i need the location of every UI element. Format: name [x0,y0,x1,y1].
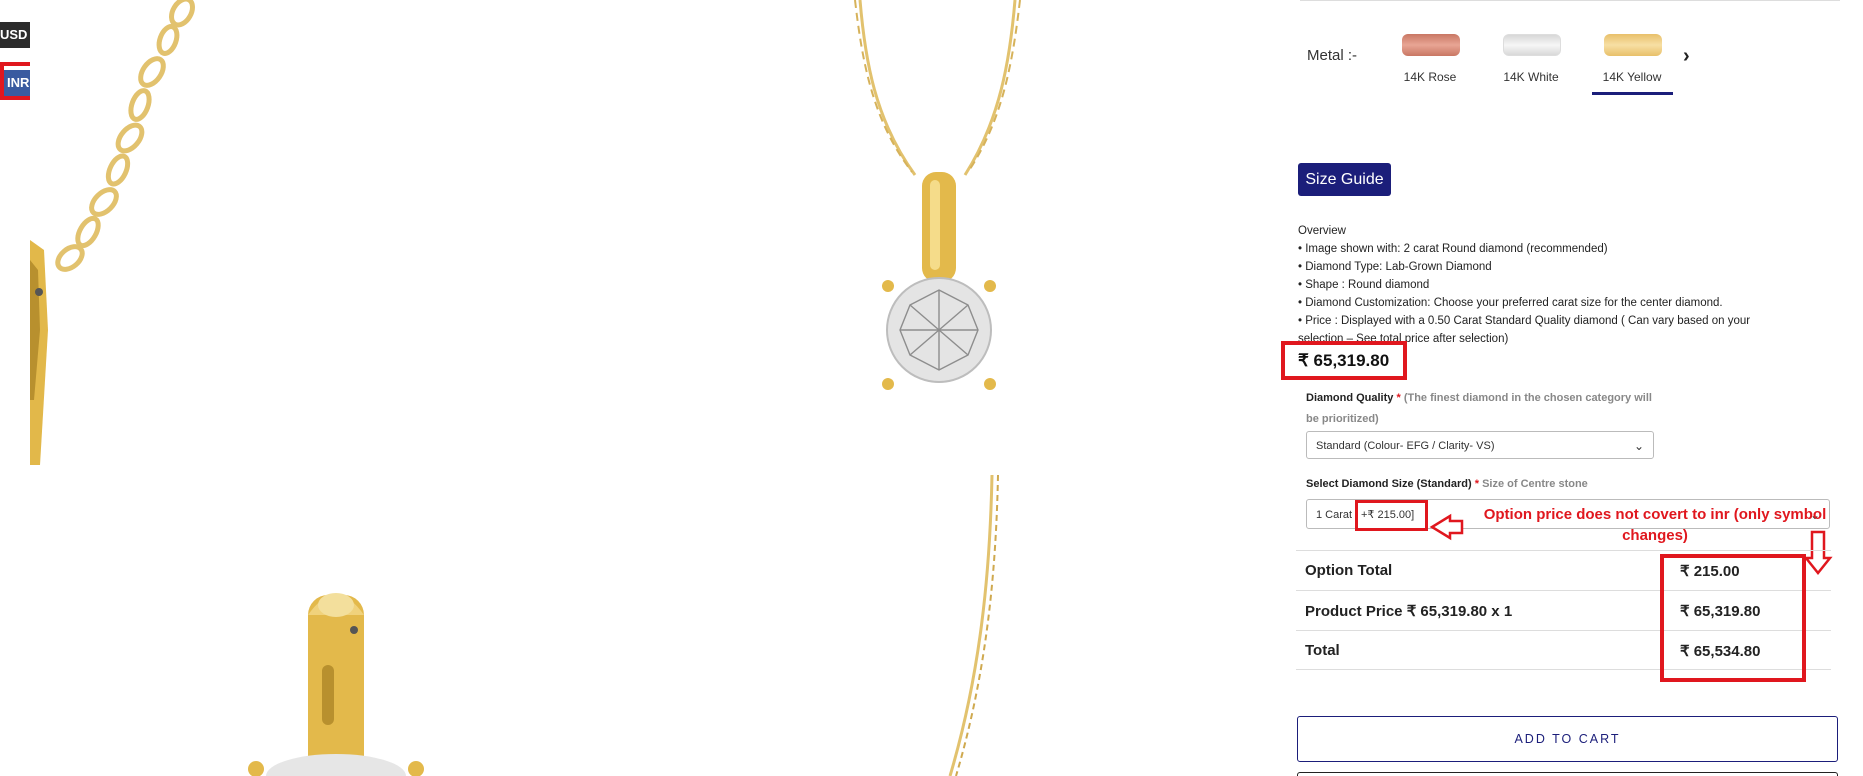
diamond-quality-label: Diamond Quality * (The finest diamond in… [1306,388,1686,430]
product-image-main[interactable] [650,0,1262,465]
add-to-cart-button[interactable]: ADD TO CART [1297,716,1838,762]
diamond-size-label: Select Diamond Size (Standard) * Size of… [1306,478,1588,490]
overview-line: • Image shown with: 2 carat Round diamon… [1298,243,1608,255]
metal-swatch-yellow-label[interactable]: 14K Yellow [1587,70,1677,84]
totals-highlight-box [1660,554,1806,682]
product-image-closeup[interactable] [200,465,460,776]
metal-swatch-rose[interactable] [1402,34,1460,56]
overview-line: • Diamond Type: Lab-Grown Diamond [1298,261,1492,273]
chevron-down-icon: ⌄ [1633,439,1644,453]
metal-selected-indicator [1592,92,1673,95]
overview-line: • Shape : Round diamond [1298,279,1430,291]
diamond-size-selected: 1 Carat [1316,509,1353,521]
metal-swatch-yellow[interactable] [1604,34,1662,56]
product-price-label: Product Price ₹ 65,319.80 x 1 [1305,603,1513,620]
overview-heading: Overview [1298,225,1346,237]
diamond-size-title: Select Diamond Size (Standard) [1306,478,1472,490]
option-price-text: +₹ 215.00] [1361,509,1415,521]
size-guide-button[interactable]: Size Guide [1298,163,1391,196]
diamond-quality-title: Diamond Quality [1306,392,1394,404]
product-price: ₹ 65,319.80 [1298,351,1390,370]
product-image-chain-detail[interactable] [30,0,270,465]
diamond-size-hint: Size of Centre stone [1482,478,1588,490]
overview-line: • Price : Displayed with a 0.50 Carat St… [1298,315,1751,327]
overview-line: • Diamond Customization: Choose your pre… [1298,297,1723,309]
required-marker: * [1474,478,1479,490]
chevron-right-icon[interactable]: › [1683,45,1690,68]
metal-label: Metal :- [1307,47,1358,64]
secondary-button[interactable] [1297,772,1838,776]
required-marker: * [1396,392,1401,404]
grand-total-label: Total [1305,642,1340,659]
metal-swatch-white[interactable] [1503,34,1561,56]
section-divider [1300,0,1840,1]
metal-swatch-rose-label[interactable]: 14K Rose [1385,70,1475,84]
bug-annotation: Option price does not covert to inr (onl… [1483,506,1827,544]
metal-swatch-white-label[interactable]: 14K White [1486,70,1576,84]
diamond-quality-hint: (The finest diamond in the chosen catego… [1403,392,1652,404]
diamond-quality-selected: Standard (Colour- EFG / Clarity- VS) [1316,440,1495,452]
option-total-label: Option Total [1305,562,1393,579]
diamond-quality-select[interactable]: Standard (Colour- EFG / Clarity- VS) ⌄ [1306,431,1654,459]
diamond-quality-hint-cont: be prioritized) [1306,413,1379,425]
product-image-chain-side[interactable] [900,465,1000,776]
product-overview: Overview • Image shown with: 2 carat Rou… [1298,222,1778,348]
option-price-highlight: +₹ 215.00] [1355,500,1428,531]
